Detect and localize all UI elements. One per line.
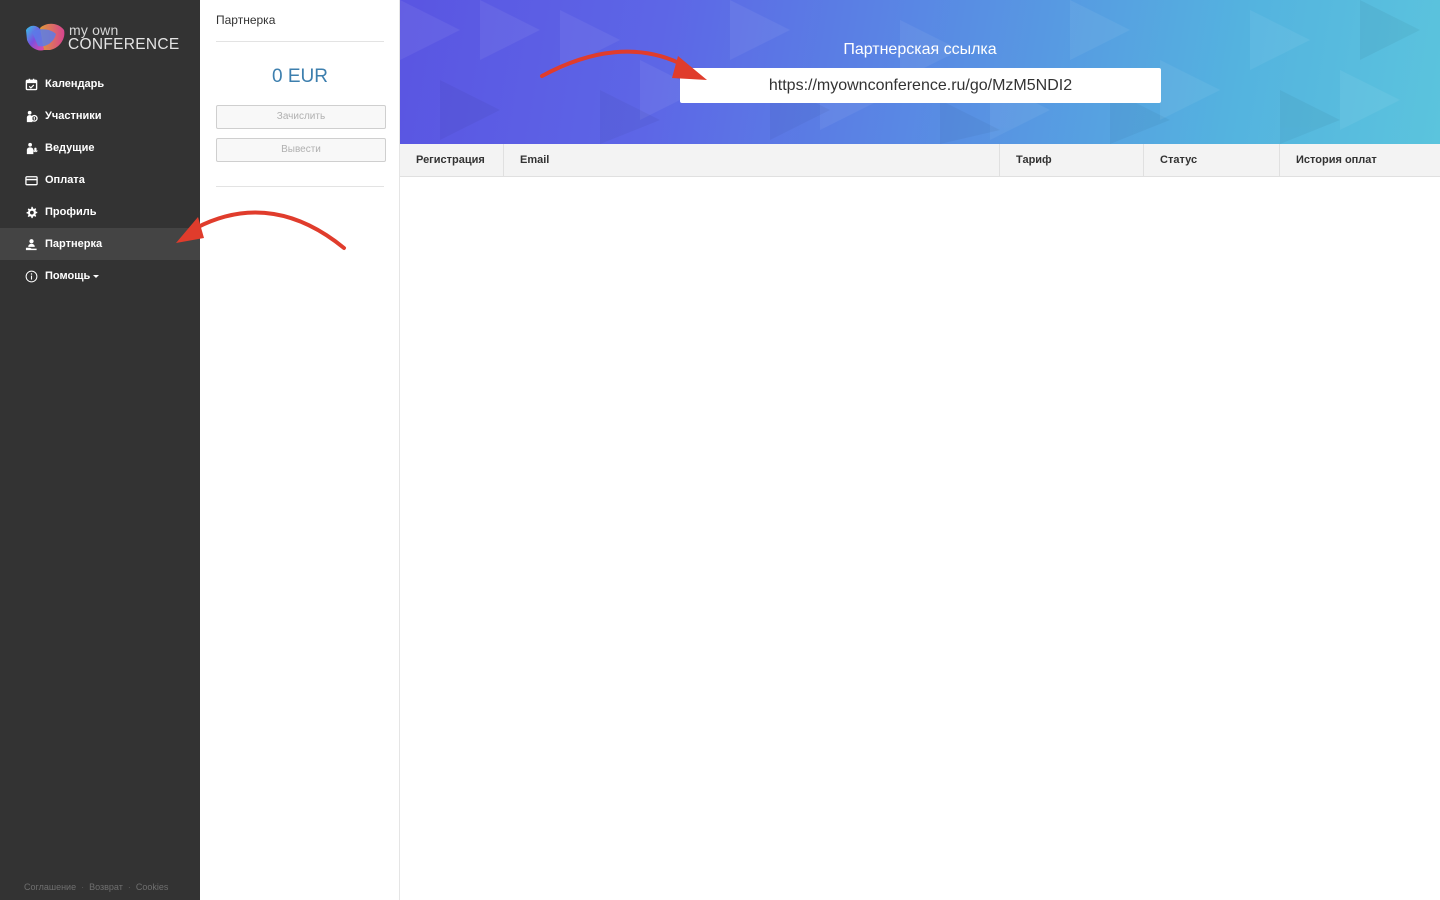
footer-separator: · (127, 882, 131, 892)
column-status[interactable]: Статус (1144, 144, 1280, 176)
sidebar-item-hosts[interactable]: Ведущие (0, 132, 200, 164)
column-tariff[interactable]: Тариф (1000, 144, 1144, 176)
calendar-icon (24, 77, 38, 91)
partner-link-banner: Партнерская ссылка https://myownconferen… (400, 0, 1440, 144)
partner-link-field[interactable]: https://myownconference.ru/go/MzM5NDI2 (680, 68, 1161, 103)
divider (216, 41, 384, 42)
panel-title: Партнерка (216, 13, 276, 27)
sidebar-item-label: Оплата (45, 174, 85, 186)
partner-link-title: Партнерская ссылка (843, 41, 997, 58)
participants-icon (24, 109, 38, 123)
partner-balance: 0 EUR (272, 66, 328, 87)
logo-mark-icon (26, 23, 65, 51)
sidebar-item-partner[interactable]: Партнерка (0, 228, 200, 260)
column-registration[interactable]: Регистрация (400, 144, 504, 176)
withdraw-button[interactable]: Вывести (216, 138, 386, 162)
chevron-down-icon (93, 274, 100, 278)
sidebar-item-label: Участники (45, 110, 102, 122)
sidebar-item-help[interactable]: Помощь (0, 260, 200, 292)
sidebar-item-label: Календарь (45, 78, 105, 90)
microphone-icon (24, 141, 38, 155)
footer-link-refund[interactable]: Возврат (89, 882, 123, 892)
footer-link-cookies[interactable]: Cookies (136, 882, 169, 892)
sidebar-footer-links: Соглашение · Возврат · Cookies (24, 882, 168, 892)
referrals-table-header: Регистрация Email Тариф Статус История о… (400, 144, 1440, 177)
column-email[interactable]: Email (504, 144, 1000, 176)
footer-separator: · (81, 882, 85, 892)
sidebar-item-payment[interactable]: Оплата (0, 164, 200, 196)
sidebar-item-label: Ведущие (45, 142, 95, 154)
sidebar: my own CONFERENCE Календарь Участники Ве… (0, 0, 200, 900)
gear-icon (24, 205, 38, 219)
sidebar-nav: Календарь Участники Ведущие Оплата Профи… (0, 68, 200, 292)
sidebar-item-calendar[interactable]: Календарь (0, 68, 200, 100)
sidebar-item-participants[interactable]: Участники (0, 100, 200, 132)
sidebar-item-label: Партнерка (45, 238, 103, 250)
partner-panel: Партнерка 0 EUR Зачислить Вывести (200, 0, 400, 900)
sidebar-item-profile[interactable]: Профиль (0, 196, 200, 228)
footer-link-agreement[interactable]: Соглашение (24, 882, 76, 892)
logo-text-small: my own (69, 22, 119, 38)
divider (216, 186, 384, 187)
credit-card-icon (24, 173, 38, 187)
column-payment-history[interactable]: История оплат (1280, 144, 1440, 176)
sidebar-item-label: Профиль (45, 206, 97, 218)
info-icon (24, 269, 38, 283)
app-logo[interactable]: my own CONFERENCE (24, 20, 179, 60)
sidebar-item-label: Помощь (45, 270, 91, 282)
logo-text-big: CONFERENCE (68, 36, 180, 53)
credit-button[interactable]: Зачислить (216, 105, 386, 129)
partner-icon (24, 237, 38, 251)
